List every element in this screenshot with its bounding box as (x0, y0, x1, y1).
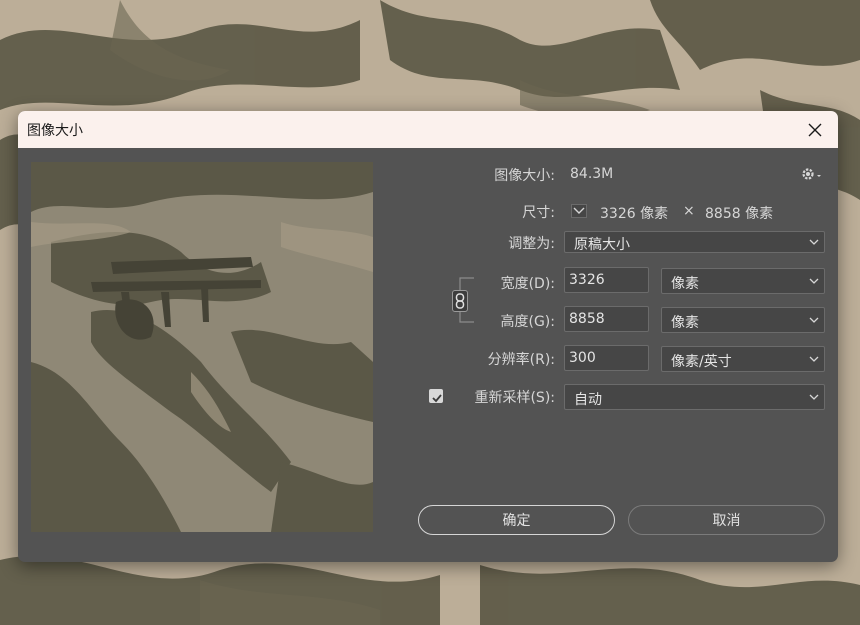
resample-label: 重新采样(S): (474, 390, 555, 406)
dimensions-chevron-icon[interactable] (571, 204, 587, 218)
resolution-unit-select[interactable]: 像素/英寸 (661, 346, 825, 372)
dimensions-height: 8858 像素 (705, 206, 774, 222)
constrain-proportions-toggle[interactable] (452, 290, 468, 312)
dialog-title: 图像大小 (27, 123, 83, 139)
dialog-titlebar: 图像大小 (18, 111, 838, 148)
chevron-down-icon (809, 356, 819, 362)
checkmark-icon (432, 394, 442, 403)
chevron-down-icon (809, 239, 819, 245)
image-preview[interactable] (31, 162, 373, 532)
resample-value: 自动 (574, 392, 602, 408)
width-unit-select[interactable]: 像素 (661, 268, 825, 294)
image-size-label: 图像大小: (494, 168, 555, 184)
height-label: 高度(G): (500, 314, 556, 330)
ok-button[interactable]: 确定 (418, 505, 615, 535)
close-button[interactable] (800, 115, 830, 145)
width-input[interactable] (564, 267, 649, 293)
resolution-unit-value: 像素/英寸 (671, 354, 732, 370)
image-size-dialog: 图像大小 图像大小: 84.3M 尺寸: 3326 像素 × 8858 像素 调… (18, 111, 838, 562)
fit-to-label: 调整为: (508, 236, 555, 252)
resolution-input[interactable] (564, 345, 649, 371)
cancel-button[interactable]: 取消 (628, 505, 825, 535)
close-icon (808, 123, 822, 137)
width-unit-value: 像素 (671, 276, 699, 292)
dimensions-width: 3326 像素 (600, 206, 669, 222)
image-size-value: 84.3M (570, 166, 614, 182)
width-label: 宽度(D): (500, 276, 555, 292)
chevron-down-icon (809, 394, 819, 400)
resample-checkbox[interactable] (429, 389, 443, 403)
gear-icon[interactable] (801, 166, 823, 182)
resolution-label: 分辨率(R): (487, 352, 555, 368)
height-unit-value: 像素 (671, 315, 699, 331)
fit-to-value: 原稿大小 (574, 237, 630, 253)
height-input[interactable] (564, 306, 649, 332)
resample-select[interactable]: 自动 (564, 384, 825, 410)
preview-painting (31, 162, 373, 532)
height-unit-select[interactable]: 像素 (661, 307, 825, 333)
fit-to-select[interactable]: 原稿大小 (564, 231, 825, 253)
link-icon (455, 293, 465, 309)
chevron-down-icon (809, 317, 819, 323)
dimensions-label: 尺寸: (522, 205, 555, 221)
chevron-down-icon (809, 278, 819, 284)
dimensions-times: × (683, 203, 695, 219)
